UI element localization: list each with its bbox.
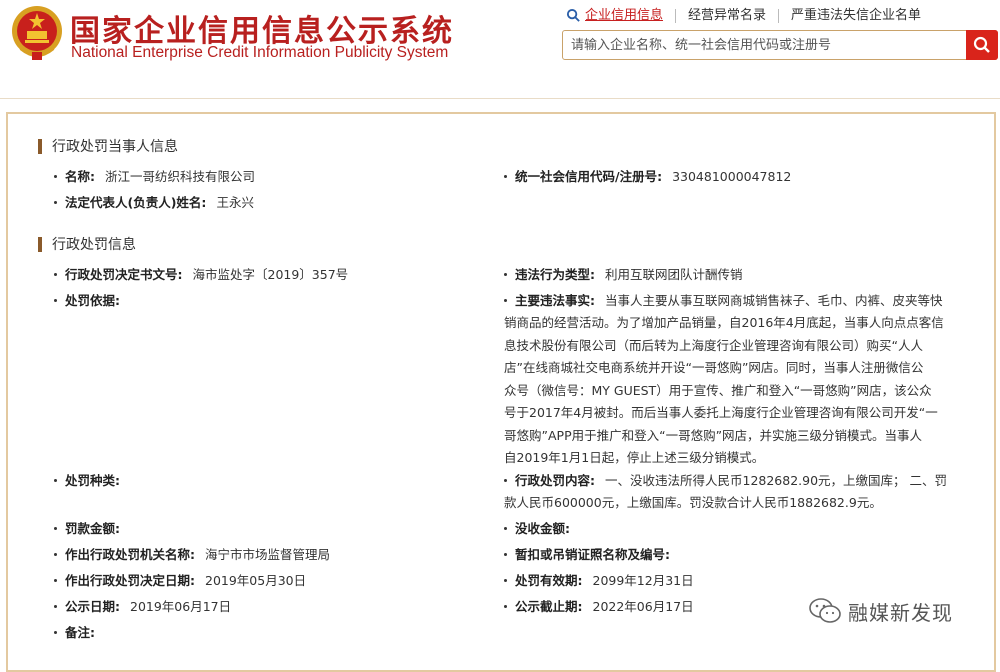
site-subtitle: National Enterprise Credit Information P… (71, 44, 449, 61)
field-value: 2019年05月30日 (205, 573, 307, 588)
content-panel: 行政处罚当事人信息 名称: 浙江一哥纺织科技有限公司 统一社会信用代码/注册号: 3… (6, 112, 996, 672)
section-bar (38, 236, 42, 252)
field-label: 暂扣或吊销证照名称及编号: (515, 547, 670, 562)
field-value: 海宁市市场监督管理局 (205, 547, 331, 562)
field-value: 一、没收违法所得人民币1282682.90元，上缴国库； 二、罚 (605, 473, 948, 488)
watermark-text: 融媒新发现 (848, 600, 953, 625)
search-box (562, 30, 998, 60)
field-label: 行政处罚内容: (515, 473, 595, 488)
section-title-text: 行政处罚当事人信息 (52, 139, 178, 155)
field-label: 处罚依据: (65, 293, 120, 308)
field-label: 统一社会信用代码/注册号: (515, 169, 663, 184)
nav-link-credit-info[interactable]: 企业信用信息 (581, 8, 675, 23)
search-icon (973, 36, 990, 53)
field-label: 作出行政处罚机关名称: (65, 547, 195, 562)
field-remark: 备注: (54, 622, 105, 644)
field-publish-end: 公示截止期: 2022年06月17日 (504, 596, 694, 618)
section-title-text: 行政处罚信息 (52, 237, 136, 253)
wechat-icon (809, 598, 841, 623)
search-icon (566, 8, 580, 22)
facts-line: 哥悠购”APP用于推广和登入“一哥悠购”网店，并实施三级分销模式。当事人 (504, 427, 923, 443)
field-label: 作出行政处罚决定日期: (65, 573, 195, 588)
field-value: 浙江一哥纺织科技有限公司 (105, 169, 256, 184)
field-decision-date: 作出行政处罚决定日期: 2019年05月30日 (54, 570, 306, 592)
watermark: 融媒新发现 (808, 596, 953, 626)
field-label: 没收金额: (515, 521, 570, 536)
field-value: 当事人主要从事互联网商城销售袜子、毛巾、内裤、皮夹等快 (605, 293, 943, 308)
facts-line: 众号（微信号：MY GUEST）用于宣传、推广和登入“一哥悠购”网店，该公众 (504, 382, 932, 398)
field-label: 备注: (65, 625, 95, 640)
facts-line: 销商品的经营活动。为了增加产品销量，自2016年4月底起，当事人向点点客信 (504, 315, 944, 330)
field-legal-rep: 法定代表人(负责人)姓名: 王永兴 (54, 192, 254, 214)
field-penalty-kind: 处罚种类: (54, 470, 130, 492)
field-confiscate-amount: 没收金额: (504, 518, 580, 540)
field-authority: 作出行政处罚机关名称: 海宁市市场监督管理局 (54, 544, 330, 566)
field-value: 2099年12月31日 (592, 573, 694, 588)
field-penalty-basis: 处罚依据: (54, 290, 130, 312)
facts-line: 自2019年1月1日起，停止上述三级分销模式。 (504, 450, 765, 465)
field-label: 公示截止期: (515, 599, 583, 614)
field-violation-type: 违法行为类型: 利用互联网团队计酬传销 (504, 264, 743, 286)
field-name: 名称: 浙江一哥纺织科技有限公司 (54, 166, 255, 188)
site-header: 国家企业信用信息公示系统 National Enterprise Credit … (0, 0, 1000, 99)
field-fine-amount: 罚款金额: (54, 518, 130, 540)
field-valid-until: 处罚有效期: 2099年12月31日 (504, 570, 694, 592)
field-credit-code: 统一社会信用代码/注册号: 330481000047812 (504, 166, 791, 188)
search-input[interactable] (563, 31, 979, 59)
field-value: 2022年06月17日 (592, 599, 694, 614)
field-label: 罚款金额: (65, 521, 120, 536)
field-publish-date: 公示日期: 2019年06月17日 (54, 596, 231, 618)
top-nav: 企业信用信息 经营异常名录 严重违法失信企业名单 (566, 8, 933, 23)
field-value: 利用互联网团队计酬传销 (605, 267, 743, 282)
field-main-facts-text: 销商品的经营活动。为了增加产品销量，自2016年4月底起，当事人向点点客信 息技… (504, 312, 954, 470)
field-label: 名称: (65, 169, 95, 184)
field-label: 主要违法事实: (515, 293, 595, 308)
field-value: 王永兴 (216, 195, 254, 210)
field-label: 违法行为类型: (515, 267, 595, 282)
field-license: 暂扣或吊销证照名称及编号: (504, 544, 680, 566)
field-label: 公示日期: (65, 599, 120, 614)
field-value: 海市监处字〔2019〕357号 (192, 267, 349, 282)
field-label: 法定代表人(负责人)姓名: (65, 195, 207, 210)
field-penalty-content-text: 款人民币600000元，上缴国库。罚没款合计人民币1882682.9元。 (504, 492, 964, 515)
facts-line: 号于2017年4月被封。而后当事人委托上海度行企业管理咨询有限公司开发“一 (504, 405, 938, 420)
search-button[interactable] (966, 30, 998, 60)
field-value: 330481000047812 (672, 169, 792, 184)
field-value: 2019年06月17日 (130, 599, 232, 614)
facts-line: 店”在线商城社交电商系统并开设“一哥悠购”网店。同时，当事人注册微信公 (504, 360, 924, 375)
field-label: 处罚有效期: (515, 573, 583, 588)
national-emblem-icon (12, 6, 62, 60)
nav-link-abnormal-list[interactable]: 经营异常名录 (675, 8, 778, 23)
section-bar (38, 138, 42, 154)
facts-line: 息技术股份有限公司（而后转为上海度行企业管理咨询有限公司）购买“人人 (504, 337, 923, 353)
nav-link-dishonest-list[interactable]: 严重违法失信企业名单 (778, 8, 933, 23)
field-decision-doc: 行政处罚决定书文号: 海市监处字〔2019〕357号 (54, 264, 348, 286)
field-label: 处罚种类: (65, 473, 120, 488)
field-main-facts-label: 主要违法事实: 当事人主要从事互联网商城销售袜子、毛巾、内裤、皮夹等快 (504, 290, 943, 312)
section-title-party: 行政处罚当事人信息 (38, 136, 178, 156)
field-penalty-content-label: 行政处罚内容: 一、没收违法所得人民币1282682.90元，上缴国库； 二、罚 (504, 470, 947, 492)
content-line: 款人民币600000元，上缴国库。罚没款合计人民币1882682.9元。 (504, 495, 882, 510)
field-label: 行政处罚决定书文号: (65, 267, 183, 282)
section-title-penalty: 行政处罚信息 (38, 234, 136, 254)
